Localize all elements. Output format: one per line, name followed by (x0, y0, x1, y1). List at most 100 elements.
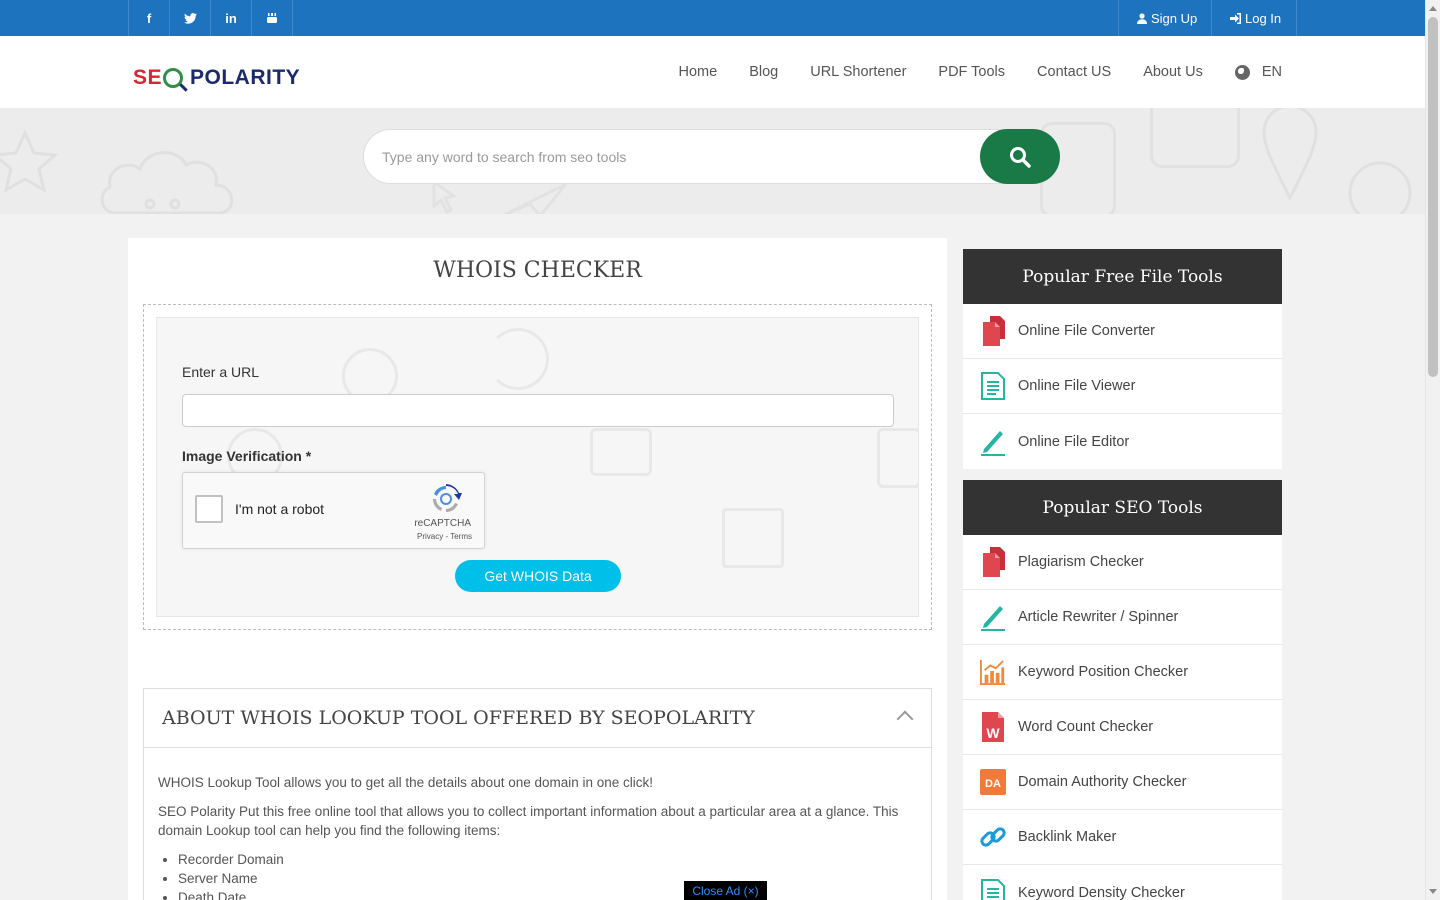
recaptcha-checkbox[interactable] (195, 495, 223, 523)
pin-decoration (1262, 108, 1318, 202)
sidebar-item-plagiarism-checker[interactable]: Plagiarism Checker (963, 535, 1282, 590)
sidebar-item-label: Online File Editor (1018, 433, 1130, 450)
background-decoration (877, 428, 918, 488)
nav-pdf-tools[interactable]: PDF Tools (938, 64, 1005, 80)
chevron-up-icon[interactable] (896, 710, 914, 728)
document-icon (980, 878, 1006, 900)
list-item: Server Name (178, 869, 918, 888)
whois-form: Enter a URL Image Verification * I'm not… (156, 317, 919, 617)
document-icon (980, 371, 1006, 401)
sidebar-item-article-rewriter[interactable]: Article Rewriter / Spinner (963, 590, 1282, 645)
url-input[interactable] (182, 394, 894, 427)
main-content: WHOIS CHECKER Enter a URL Image Verifica… (128, 238, 947, 900)
nav-url-shortener[interactable]: URL Shortener (810, 64, 906, 80)
search-icon (1010, 146, 1031, 168)
sidebar-item-label: Backlink Maker (1018, 829, 1117, 845)
url-label: Enter a URL (182, 364, 260, 380)
file-icon (980, 547, 1006, 577)
sidebar-item-label: Word Count Checker (1018, 719, 1154, 735)
log-in-link[interactable]: Log In (1212, 0, 1297, 36)
auth-links: Sign Up Log In (1118, 0, 1297, 36)
list-item: Recorder Domain (178, 850, 918, 869)
sidebar-item-label: Online File Converter (1018, 323, 1155, 339)
background-decoration (590, 428, 652, 476)
pencil-icon (980, 427, 1006, 457)
sidebar-item-label: Article Rewriter / Spinner (1018, 609, 1179, 625)
seo-tools-panel: Popular SEO Tools Plagiarism Checker Art… (963, 480, 1282, 900)
user-icon (1137, 12, 1147, 24)
close-ad-button[interactable]: Close Ad (×) (684, 881, 767, 900)
sidebar-item-domain-authority-checker[interactable]: DA Domain Authority Checker (963, 755, 1282, 810)
recaptcha-widget: I'm not a robot reCAPTCHA Privacy - Term… (182, 472, 485, 549)
scroll-up-icon[interactable] (1429, 6, 1437, 11)
nav-blog[interactable]: Blog (749, 64, 778, 80)
nav-home[interactable]: Home (679, 64, 718, 80)
twitter-icon[interactable] (170, 0, 211, 36)
recaptcha-brand: reCAPTCHA (414, 518, 471, 529)
log-in-label: Log In (1245, 10, 1282, 26)
sign-in-icon (1230, 12, 1241, 24)
site-logo[interactable]: SE POLARITY (133, 64, 300, 92)
svg-text:W: W (986, 725, 1000, 741)
nav-about-us[interactable]: About Us (1143, 64, 1203, 80)
page-title: WHOIS CHECKER (433, 258, 642, 283)
word-icon: W (980, 712, 1006, 742)
verification-label: Image Verification * (182, 448, 312, 464)
logo-polarity: POLARITY (190, 66, 301, 89)
sidebar-item-keyword-position-checker[interactable]: Keyword Position Checker (963, 645, 1282, 700)
about-list: Recorder Domain Server Name Death Date (178, 850, 918, 900)
scrollbar-thumb[interactable] (1428, 17, 1438, 377)
link-icon (980, 822, 1006, 852)
language-label: EN (1261, 64, 1282, 80)
sidebar-item-online-file-converter[interactable]: Online File Converter (963, 304, 1282, 359)
sidebar-item-label: Keyword Density Checker (1018, 884, 1185, 900)
background-decoration (722, 508, 784, 568)
pencil-icon (980, 602, 1006, 632)
about-body: WHOIS Lookup Tool allows you to get all … (158, 773, 918, 900)
social-links: f in (128, 0, 293, 36)
recaptcha-text: I'm not a robot (235, 501, 325, 517)
sidebar-item-label: Domain Authority Checker (1018, 774, 1187, 790)
about-title: ABOUT WHOIS LOOKUP TOOL OFFERED BY SEOPO… (162, 707, 755, 729)
youtube-icon[interactable] (252, 0, 293, 36)
nav-contact-us[interactable]: Contact US (1037, 64, 1111, 80)
about-section: ABOUT WHOIS LOOKUP TOOL OFFERED BY SEOPO… (143, 688, 932, 900)
list-item: Death Date (178, 888, 918, 900)
file-icon (980, 316, 1006, 346)
search-input[interactable] (382, 145, 962, 169)
file-tools-panel: Popular Free File Tools Online File Conv… (963, 249, 1282, 469)
sidebar-item-online-file-editor[interactable]: Online File Editor (963, 414, 1282, 469)
about-header[interactable]: ABOUT WHOIS LOOKUP TOOL OFFERED BY SEOPO… (144, 689, 931, 748)
recaptcha-privacy-terms[interactable]: Privacy - Terms (417, 532, 472, 541)
recaptcha-logo-icon (433, 484, 462, 512)
about-paragraph: WHOIS Lookup Tool allows you to get all … (158, 775, 654, 790)
svg-text:DA: DA (985, 778, 1001, 790)
get-whois-button[interactable]: Get WHOIS Data (455, 560, 621, 592)
sidebar-item-online-file-viewer[interactable]: Online File Viewer (963, 359, 1282, 414)
globe-icon (1234, 64, 1250, 80)
seo-tools-title: Popular SEO Tools (963, 480, 1282, 535)
whois-form-wrapper: Enter a URL Image Verification * I'm not… (143, 304, 932, 630)
magnifier-icon (163, 68, 184, 88)
sign-up-link[interactable]: Sign Up (1119, 0, 1212, 36)
about-paragraph: SEO Polarity Put this free online tool t… (158, 804, 899, 838)
file-tools-title: Popular Free File Tools (963, 249, 1282, 304)
sidebar-item-backlink-maker[interactable]: Backlink Maker (963, 810, 1282, 865)
language-selector[interactable]: EN (1234, 64, 1282, 80)
main-nav: Home Blog URL Shortener PDF Tools Contac… (647, 36, 1283, 108)
search-button[interactable] (980, 129, 1060, 184)
scroll-down-icon[interactable] (1429, 889, 1437, 894)
top-bar: f in Sign Up Log In (0, 0, 1425, 36)
linkedin-icon[interactable]: in (211, 0, 252, 36)
cloud-decoration (100, 151, 233, 214)
da-icon: DA (980, 767, 1006, 797)
sidebar-item-word-count-checker[interactable]: W Word Count Checker (963, 700, 1282, 755)
sidebar-item-keyword-density-checker[interactable]: Keyword Density Checker (963, 865, 1282, 900)
background-decoration (487, 328, 549, 390)
circle-decoration (1348, 161, 1412, 214)
sidebar-item-label: Plagiarism Checker (1018, 554, 1144, 570)
page-scrollbar[interactable] (1425, 0, 1440, 900)
sidebar-item-label: Online File Viewer (1018, 378, 1136, 394)
search-bar (363, 129, 1060, 184)
facebook-icon[interactable]: f (129, 0, 170, 36)
